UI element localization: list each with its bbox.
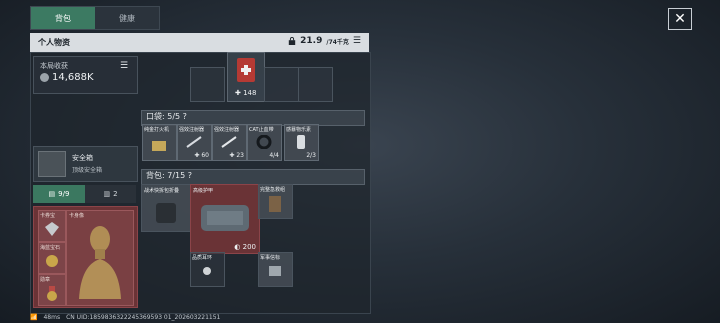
item-count: 2/3: [306, 152, 316, 159]
list-icon[interactable]: ☰: [353, 36, 361, 46]
count-row: ▤ 9/9 ▥ 2: [33, 185, 136, 203]
uid: CN UID:1859836322245369593 01_2026032211…: [66, 314, 221, 321]
income-box: 本局收获 14,688K ☰: [33, 56, 138, 94]
equip-slot[interactable]: [264, 67, 299, 102]
close-button[interactable]: ✕: [668, 8, 692, 30]
item-name: 强效注射器: [179, 127, 205, 133]
item-name: CAT止血带: [249, 127, 274, 133]
slot-label: 勋章: [40, 277, 51, 283]
medkit-count: 148: [243, 89, 257, 97]
safe-subtitle: 顶级安全箱: [72, 167, 103, 174]
safe-box[interactable]: 安全箱 顶级安全箱: [33, 146, 138, 182]
item-name: 战术快拆包折叠: [144, 188, 180, 194]
item-name: 感暴物乐素: [286, 127, 312, 133]
armor-durability-row: ◐ 200: [234, 243, 256, 251]
capacity-indicator: 21.9 /74千克 ☰: [288, 36, 361, 46]
beacon-icon: [269, 266, 281, 276]
slot-gem[interactable]: 海蓝宝石: [38, 242, 66, 274]
pocket-item[interactable]: CAT止血带 4/4: [247, 124, 282, 161]
item-name: 品质耳环: [192, 255, 213, 261]
case-icon: ▤: [48, 190, 56, 198]
ping: 48ms: [43, 314, 61, 321]
earring-icon: [203, 267, 211, 275]
item-count: 60: [201, 152, 209, 159]
pocket-item[interactable]: 感暴物乐素 2/3: [284, 124, 319, 161]
tab-backpack[interactable]: 背包: [31, 7, 95, 29]
slot-card[interactable]: 卡券宝: [38, 210, 66, 242]
wifi-icon: 📶: [30, 314, 38, 321]
safe-name: 安全箱: [72, 154, 93, 162]
medkit-count-row: ✚ 148: [235, 89, 257, 97]
list-icon[interactable]: ☰: [120, 61, 132, 71]
syringe-icon: [186, 136, 202, 148]
slot-label: 海蓝宝石: [40, 245, 61, 251]
status-bar: 📶 48ms CN UID:1859836322245369593 01_202…: [30, 314, 220, 321]
income-label: 本局收获: [40, 62, 68, 70]
lighter-icon: [152, 141, 166, 151]
slot-label: 卡券宝: [40, 213, 56, 219]
item-count: 23: [236, 152, 244, 159]
item-name: 军事信标: [260, 255, 281, 261]
medal-icon: [47, 286, 57, 301]
pocket-item[interactable]: 强效注射器 ✚ 60: [177, 124, 212, 161]
slot-medal[interactable]: 勋章: [38, 274, 66, 306]
item-name: 完整急救组: [260, 187, 286, 193]
item-name: 纯金打火机: [144, 127, 170, 133]
count-tab-primary[interactable]: ▤ 9/9: [33, 185, 85, 203]
backpack-item-earring[interactable]: 品质耳环: [190, 252, 225, 287]
medkit-slot[interactable]: ✚ 148: [227, 52, 265, 102]
item-name: 高级护甲: [193, 188, 214, 194]
income-value-row: 14,688K: [40, 72, 94, 83]
close-icon: ✕: [674, 11, 686, 27]
first-aid-kit-icon: [269, 196, 281, 212]
item-name: 强效注射器: [214, 127, 240, 133]
pocket-title: 口袋: 5/5 ?: [146, 112, 187, 121]
doc-icon: ▥: [103, 190, 111, 198]
pocket-item[interactable]: 纯金打火机: [142, 124, 177, 161]
tab-health[interactable]: 健康: [95, 7, 159, 29]
pocket-item[interactable]: 强效注射器 ✚ 23: [212, 124, 247, 161]
backpack-item-pack[interactable]: 战术快拆包折叠: [141, 184, 191, 232]
equip-slot[interactable]: [190, 67, 225, 102]
count-tab-secondary[interactable]: ▥ 2: [85, 185, 136, 203]
medkit-icon: [237, 58, 255, 82]
slot-label: 卡身像: [69, 213, 85, 219]
coin-gold-icon: [46, 255, 58, 267]
backpack-item-beacon[interactable]: 军事信标: [258, 252, 293, 287]
item-count: 4/4: [269, 152, 279, 159]
canister-icon: [297, 135, 305, 149]
gem-icon: [45, 222, 59, 236]
item-count-row: ✚ 60: [194, 152, 209, 159]
top-tabs: 背包 健康: [30, 6, 160, 30]
count-primary: 9/9: [58, 190, 70, 198]
coin-icon: [40, 73, 49, 82]
tourniquet-icon: [256, 135, 272, 149]
capacity-value: 21.9: [300, 36, 323, 46]
syringe-icon: [221, 136, 237, 148]
backpack-item-armor[interactable]: 高级护甲 ◐ 200: [190, 184, 260, 254]
slot-statue[interactable]: 卡身像: [66, 210, 134, 306]
statue-icon: [79, 226, 121, 299]
count-secondary: 2: [113, 190, 118, 198]
panel-title: 个人物资: [38, 38, 70, 47]
income-value: 14,688K: [52, 72, 94, 83]
item-count: 200: [242, 243, 256, 251]
safe-icon: [38, 151, 66, 177]
backpack-header: 背包: 7/15 ?: [141, 169, 365, 185]
weight-icon: [288, 37, 296, 45]
armor-icon: [201, 205, 249, 231]
backpack-title: 背包: 7/15 ?: [146, 171, 192, 180]
special-slots: 卡券宝 卡身像 海蓝宝石 勋章: [33, 206, 138, 308]
tactical-bag-icon: [156, 203, 176, 223]
panel-header: 个人物资 21.9 /74千克 ☰: [30, 33, 369, 52]
capacity-unit: /74千克: [326, 38, 349, 46]
equip-slot[interactable]: [298, 67, 333, 102]
item-count-row: ✚ 23: [229, 152, 244, 159]
backpack-item-kit[interactable]: 完整急救组: [258, 184, 293, 219]
